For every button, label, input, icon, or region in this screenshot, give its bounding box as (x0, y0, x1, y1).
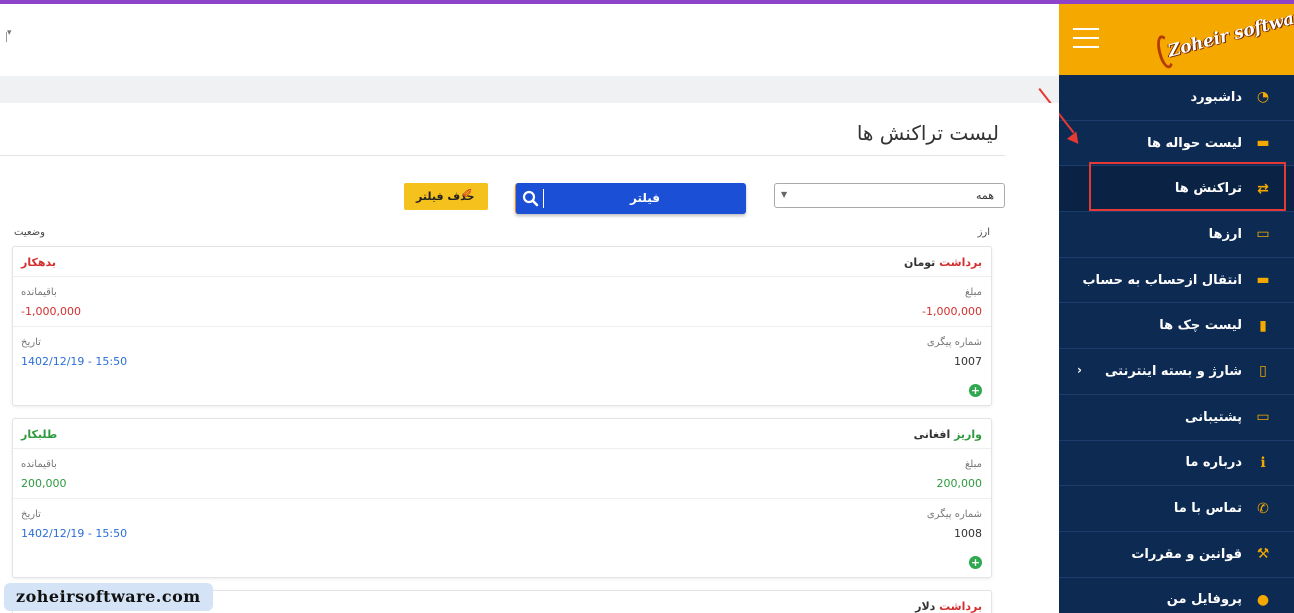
amount-value: 200,000 (936, 477, 983, 490)
sidebar-item-rules[interactable]: قوانین و مقررات ⚒ (1059, 532, 1294, 578)
ticket-icon: ▭ (1256, 409, 1270, 426)
sidebar-item-label: انتقال ازحساب به حساب (1082, 272, 1242, 288)
status-badge: بدهکار (21, 256, 56, 269)
transaction-card[interactable]: واریز افغانی طلبکار مبلغ 200,000 باقیمان… (12, 418, 992, 578)
top-header: ▾ (0, 4, 1059, 76)
card-row: مبلغ 200,000 باقیمانده 200,000 (13, 449, 991, 499)
file-icon: ▮ (1259, 317, 1267, 334)
phone-icon: ✆ (1257, 500, 1269, 517)
sidebar-item-contact[interactable]: تماس با ما ✆ (1059, 486, 1294, 532)
sidebar-item-label: لیست حواله ها (1147, 135, 1242, 151)
card-row: مبلغ -1,000,000 باقیمانده -1,000,000 (13, 277, 991, 327)
sidebar-item-label: شارژ و بسته اینترنتی (1105, 363, 1242, 379)
column-header-currency: ارز (977, 227, 990, 238)
gavel-icon: ⚒ (1256, 546, 1270, 563)
remove-filter-button[interactable]: حذف فیلتر ✐ (404, 183, 488, 210)
tracking-label: شماره پیگری (926, 337, 982, 348)
hamburger-menu-icon[interactable] (1073, 28, 1099, 48)
sidebar-item-label: پشتیبانی (1185, 409, 1242, 425)
remaining-label: باقیمانده (21, 459, 57, 470)
dashboard-icon: ◔ (1256, 89, 1270, 106)
card-row: شماره پیگری 1007 تاریخ 1402/12/19 - 15:5… (13, 327, 991, 377)
type-select[interactable]: همه ▼ (774, 183, 1005, 208)
search-icon (522, 190, 539, 207)
sidebar-item-label: تماس با ما (1173, 501, 1242, 517)
sidebar-item-label: داشبورد (1190, 89, 1242, 105)
date-value: 1402/12/19 - 15:50 (21, 527, 128, 540)
info-icon: ℹ (1260, 454, 1266, 471)
chevron-down-icon: ▼ (781, 190, 788, 199)
column-header-status: وضعیت (14, 227, 45, 238)
date-label: تاریخ (21, 509, 41, 520)
card-footer: + (13, 549, 991, 577)
sidebar-item-checks[interactable]: لیست چک ها ▮ (1059, 303, 1294, 350)
sidebar-item-label: ارزها (1208, 226, 1242, 242)
watermark: zoheirsoftware.com (4, 583, 213, 611)
user-icon: ● (1256, 591, 1270, 608)
card-icon: ▬ (1256, 135, 1270, 152)
card-header: برداشت تومان بدهکار (13, 247, 991, 277)
remaining-label: باقیمانده (21, 287, 57, 298)
language-dropdown-caret[interactable]: ▾ (6, 28, 12, 42)
expand-plus-icon[interactable]: + (969, 556, 982, 569)
sidebar-item-remittances[interactable]: لیست حواله ها ▬ (1059, 121, 1294, 167)
chevron-right-icon: › (1077, 363, 1082, 378)
sidebar: Zoheir software داشبورد ◔ لیست حواله ها ▬ … (1059, 4, 1294, 613)
amount-label: مبلغ (964, 459, 982, 470)
tracking-value: 1008 (954, 527, 982, 540)
header-spacer (0, 76, 1059, 103)
brand-logo: Zoheir software (1152, 0, 1294, 82)
sidebar-item-about[interactable]: درباره ما ℹ (1059, 441, 1294, 487)
transaction-type: واریز افغانی (913, 428, 982, 441)
sidebar-brand-bar: Zoheir software (1059, 4, 1294, 75)
date-label: تاریخ (21, 337, 41, 348)
tracking-value: 1007 (954, 355, 982, 368)
sidebar-item-currencies[interactable]: ارزها ▭ (1059, 212, 1294, 258)
filter-button-label: فیلتر (629, 191, 661, 205)
sidebar-item-account-transfer[interactable]: انتقال ازحساب به حساب ▬ (1059, 258, 1294, 304)
sidebar-item-label: لیست چک ها (1159, 318, 1242, 334)
logo-text: Zoheir software (1165, 3, 1294, 62)
status-badge: طلبکار (21, 428, 58, 441)
card-header: واریز افغانی طلبکار (13, 419, 991, 449)
eraser-icon: ✐ (462, 187, 473, 202)
sidebar-item-label: تراکنش ها (1174, 181, 1242, 197)
card-icon: ▬ (1256, 272, 1270, 289)
card-row: شماره پیگری 1008 تاریخ 1402/12/19 - 15:5… (13, 499, 991, 549)
transaction-type: برداشت دلار (915, 600, 982, 613)
divider (0, 155, 1005, 156)
page-title: لیست تراکنش ها (856, 121, 999, 145)
amount-label: مبلغ (964, 287, 982, 298)
transaction-type: برداشت تومان (903, 256, 982, 269)
sidebar-item-label: درباره ما (1185, 455, 1242, 471)
tracking-label: شماره پیگری (926, 509, 982, 520)
remaining-value: 200,000 (21, 477, 67, 490)
sidebar-item-label: پروفایل من (1166, 592, 1242, 608)
mobile-icon: ▯ (1259, 363, 1267, 380)
card-footer: + (13, 377, 991, 405)
transaction-card[interactable]: برداشت تومان بدهکار مبلغ -1,000,000 باقی… (12, 246, 992, 406)
filter-button[interactable]: فیلتر (515, 183, 746, 214)
money-icon: ▭ (1256, 226, 1270, 243)
sidebar-item-profile[interactable]: پروفایل من ● (1059, 578, 1294, 613)
sidebar-menu: داشبورد ◔ لیست حواله ها ▬ تراکنش ها ⇄ ارزها… (1059, 75, 1294, 613)
sidebar-item-label: قوانین و مقررات (1131, 546, 1242, 562)
sidebar-item-transactions[interactable]: تراکنش ها ⇄ (1059, 166, 1294, 213)
sidebar-item-dashboard[interactable]: داشبورد ◔ (1059, 75, 1294, 121)
main-panel: لیست تراکنش ها همه ▼ فیلتر حذف فیلتر ✐ ا… (0, 103, 1059, 613)
sidebar-item-support[interactable]: پشتیبانی ▭ (1059, 395, 1294, 441)
expand-plus-icon[interactable]: + (969, 384, 982, 397)
amount-value: -1,000,000 (922, 305, 982, 318)
exchange-icon: ⇄ (1257, 180, 1269, 197)
date-value: 1402/12/19 - 15:50 (21, 355, 128, 368)
sidebar-item-topup[interactable]: › شارژ و بسته اینترنتی ▯ (1059, 349, 1294, 395)
select-value: همه (975, 189, 994, 202)
remaining-value: -1,000,000 (21, 305, 81, 318)
